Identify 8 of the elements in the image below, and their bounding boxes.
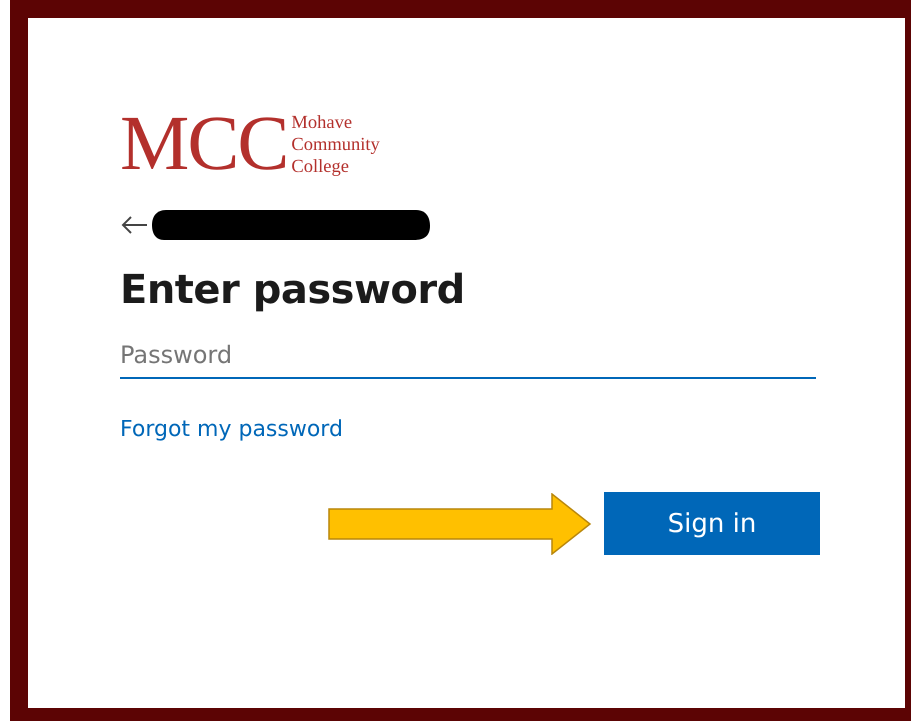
page-title: Enter password bbox=[120, 267, 466, 313]
forgot-password-link[interactable]: Forgot my password bbox=[120, 417, 343, 442]
back-arrow-icon[interactable] bbox=[120, 215, 148, 235]
logo-text: Mohave bbox=[291, 112, 354, 134]
logo-text: College bbox=[291, 156, 350, 178]
logo-text: Community bbox=[291, 134, 380, 156]
logo-mark: MCC bbox=[120, 104, 288, 182]
sign-in-button[interactable]: Sign in bbox=[604, 492, 820, 555]
